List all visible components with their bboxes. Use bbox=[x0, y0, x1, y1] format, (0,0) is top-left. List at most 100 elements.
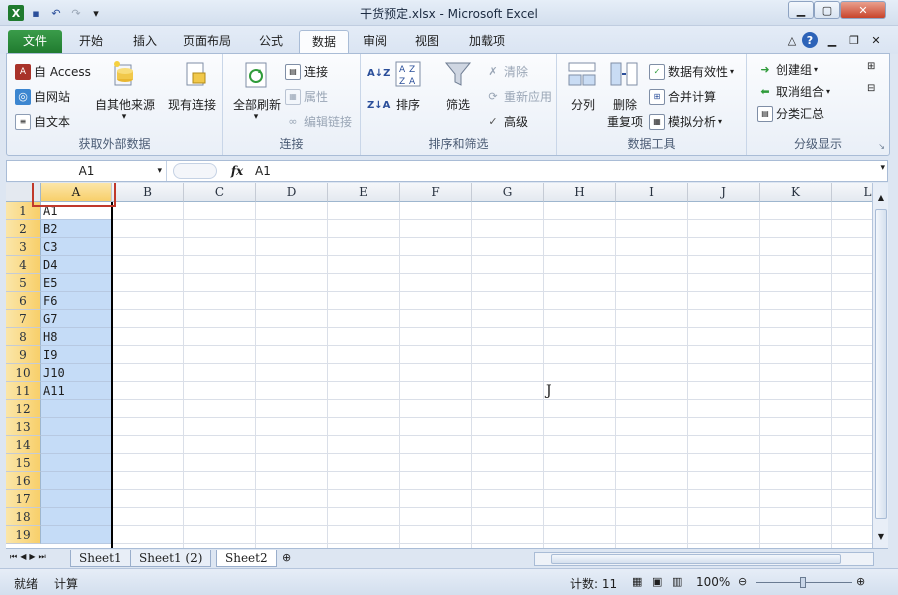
cell-a2[interactable]: B2 bbox=[41, 220, 112, 238]
tab-addins[interactable]: 加载项 bbox=[458, 30, 516, 54]
refresh-all-button[interactable]: 全部刷新 bbox=[229, 96, 285, 113]
row-header-3[interactable]: 3 bbox=[6, 238, 41, 256]
from-web-button[interactable]: ◎ 自网站 bbox=[15, 88, 70, 105]
row-header-9[interactable]: 9 bbox=[6, 346, 41, 364]
name-box[interactable]: A1 ▾ bbox=[7, 161, 167, 181]
select-all-corner[interactable] bbox=[6, 183, 41, 202]
row-header-17[interactable]: 17 bbox=[6, 490, 41, 508]
insert-function-icon[interactable]: fx bbox=[225, 161, 249, 181]
sheet-tab-sheet1-2[interactable]: Sheet1 (2) bbox=[130, 550, 212, 567]
cell-a3[interactable]: C3 bbox=[41, 238, 112, 256]
formula-input[interactable]: A1 bbox=[255, 161, 271, 181]
what-if-analysis-button[interactable]: ▦ 模拟分析 ▾ bbox=[649, 113, 722, 130]
ungroup-button[interactable]: ⬅ 取消组合 ▾ bbox=[757, 83, 830, 100]
tab-insert[interactable]: 插入 bbox=[122, 30, 168, 54]
cell-a14[interactable] bbox=[41, 436, 112, 454]
cell-a10[interactable]: J10 bbox=[41, 364, 112, 382]
row-header-5[interactable]: 5 bbox=[6, 274, 41, 292]
row-header-8[interactable]: 8 bbox=[6, 328, 41, 346]
consolidate-button[interactable]: ⊞ 合并计算 bbox=[649, 88, 716, 105]
column-header-a[interactable]: A bbox=[41, 183, 112, 202]
existing-connections-button[interactable]: 现有连接 bbox=[163, 96, 221, 113]
zoom-in-icon[interactable]: ⊕ bbox=[856, 575, 865, 588]
tab-page-layout[interactable]: 页面布局 bbox=[174, 30, 240, 54]
column-header-l[interactable]: L bbox=[832, 183, 872, 202]
minimize-ribbon-icon[interactable]: △ bbox=[784, 32, 800, 48]
help-icon[interactable]: ? bbox=[802, 32, 818, 48]
row-header-15[interactable]: 15 bbox=[6, 454, 41, 472]
dialog-launcher-icon[interactable]: ↘ bbox=[878, 142, 885, 151]
status-calculate[interactable]: 计算 bbox=[54, 575, 78, 592]
insert-sheet-icon[interactable]: ⊕ bbox=[282, 551, 291, 564]
from-text-button[interactable]: ≡ 自文本 bbox=[15, 113, 70, 130]
row-header-16[interactable]: 16 bbox=[6, 472, 41, 490]
zoom-out-icon[interactable]: ⊖ bbox=[738, 575, 747, 588]
horizontal-scrollbar[interactable] bbox=[534, 552, 874, 566]
tab-review[interactable]: 审阅 bbox=[352, 30, 398, 54]
minimize-button[interactable]: ▁ bbox=[788, 1, 814, 19]
cell-a17[interactable] bbox=[41, 490, 112, 508]
scroll-up-icon[interactable]: ▲ bbox=[874, 193, 888, 207]
tab-view[interactable]: 视图 bbox=[404, 30, 450, 54]
hide-detail-icon[interactable]: ⊟ bbox=[867, 83, 875, 94]
zoom-level[interactable]: 100% bbox=[696, 575, 730, 589]
formula-bar-splitter[interactable] bbox=[173, 163, 217, 179]
doc-restore-icon[interactable]: ❐ bbox=[846, 32, 862, 48]
sheet-tab-sheet1[interactable]: Sheet1 bbox=[70, 550, 131, 567]
close-button[interactable]: ✕ bbox=[840, 1, 886, 19]
cell-a15[interactable] bbox=[41, 454, 112, 472]
cell-a16[interactable] bbox=[41, 472, 112, 490]
restore-button[interactable]: ▢ bbox=[814, 1, 840, 19]
column-header-j[interactable]: J bbox=[688, 183, 760, 202]
edit-links-button[interactable]: ∞ 编辑链接 bbox=[285, 113, 352, 130]
row-header-7[interactable]: 7 bbox=[6, 310, 41, 328]
sort-button[interactable]: 排序 bbox=[391, 96, 425, 113]
row-header-10[interactable]: 10 bbox=[6, 364, 41, 382]
text-to-columns-button[interactable]: 分列 bbox=[563, 96, 603, 113]
sheet-tab-sheet2[interactable]: Sheet2 bbox=[216, 550, 277, 567]
page-layout-view-icon[interactable]: ▣ bbox=[652, 575, 662, 588]
column-header-g[interactable]: G bbox=[472, 183, 544, 202]
row-header-19[interactable]: 19 bbox=[6, 526, 41, 544]
remove-duplicates-button[interactable]: 删除 bbox=[607, 96, 643, 113]
tab-home[interactable]: 开始 bbox=[68, 30, 114, 54]
column-header-k[interactable]: K bbox=[760, 183, 832, 202]
clear-filter-button[interactable]: ✗ 清除 bbox=[485, 63, 528, 80]
tab-data[interactable]: 数据 bbox=[299, 30, 349, 54]
tab-file[interactable]: 文件 bbox=[8, 30, 62, 54]
column-header-e[interactable]: E bbox=[328, 183, 400, 202]
cell-a19[interactable] bbox=[41, 526, 112, 544]
cell-a11[interactable]: A11 bbox=[41, 382, 112, 400]
column-header-h[interactable]: H bbox=[544, 183, 616, 202]
column-header-f[interactable]: F bbox=[400, 183, 472, 202]
reapply-button[interactable]: ⟳ 重新应用 bbox=[485, 88, 552, 105]
page-break-view-icon[interactable]: ▥ bbox=[672, 575, 682, 588]
data-validation-button[interactable]: ✓ 数据有效性 ▾ bbox=[649, 63, 734, 80]
cell-a6[interactable]: F6 bbox=[41, 292, 112, 310]
cell-a8[interactable]: H8 bbox=[41, 328, 112, 346]
cell-a7[interactable]: G7 bbox=[41, 310, 112, 328]
cell-a1[interactable]: A1 bbox=[41, 202, 112, 220]
cell-a4[interactable]: D4 bbox=[41, 256, 112, 274]
cell-a13[interactable] bbox=[41, 418, 112, 436]
row-header-13[interactable]: 13 bbox=[6, 418, 41, 436]
column-header-d[interactable]: D bbox=[256, 183, 328, 202]
row-header-2[interactable]: 2 bbox=[6, 220, 41, 238]
cell-a5[interactable]: E5 bbox=[41, 274, 112, 292]
vertical-scroll-thumb[interactable] bbox=[875, 209, 887, 519]
row-header-14[interactable]: 14 bbox=[6, 436, 41, 454]
row-header-1[interactable]: 1 bbox=[6, 202, 41, 220]
doc-minimize-icon[interactable]: ▁ bbox=[824, 32, 840, 48]
from-other-sources-button[interactable]: 自其他来源 bbox=[93, 96, 157, 113]
vertical-scrollbar[interactable]: ▲ ▼ bbox=[872, 183, 888, 548]
doc-close-icon[interactable]: ✕ bbox=[868, 32, 884, 48]
column-header-b[interactable]: B bbox=[112, 183, 184, 202]
expand-formula-bar-icon[interactable]: ▾ bbox=[880, 163, 885, 173]
row-header-11[interactable]: 11 bbox=[6, 382, 41, 400]
zoom-slider-thumb[interactable] bbox=[800, 577, 806, 588]
advanced-filter-button[interactable]: ✓ 高级 bbox=[485, 113, 528, 130]
cell-a9[interactable]: I9 bbox=[41, 346, 112, 364]
sheet-nav-arrows-icon[interactable]: ⏮◀▶⏭ bbox=[10, 552, 49, 562]
cell-a18[interactable] bbox=[41, 508, 112, 526]
row-header-18[interactable]: 18 bbox=[6, 508, 41, 526]
